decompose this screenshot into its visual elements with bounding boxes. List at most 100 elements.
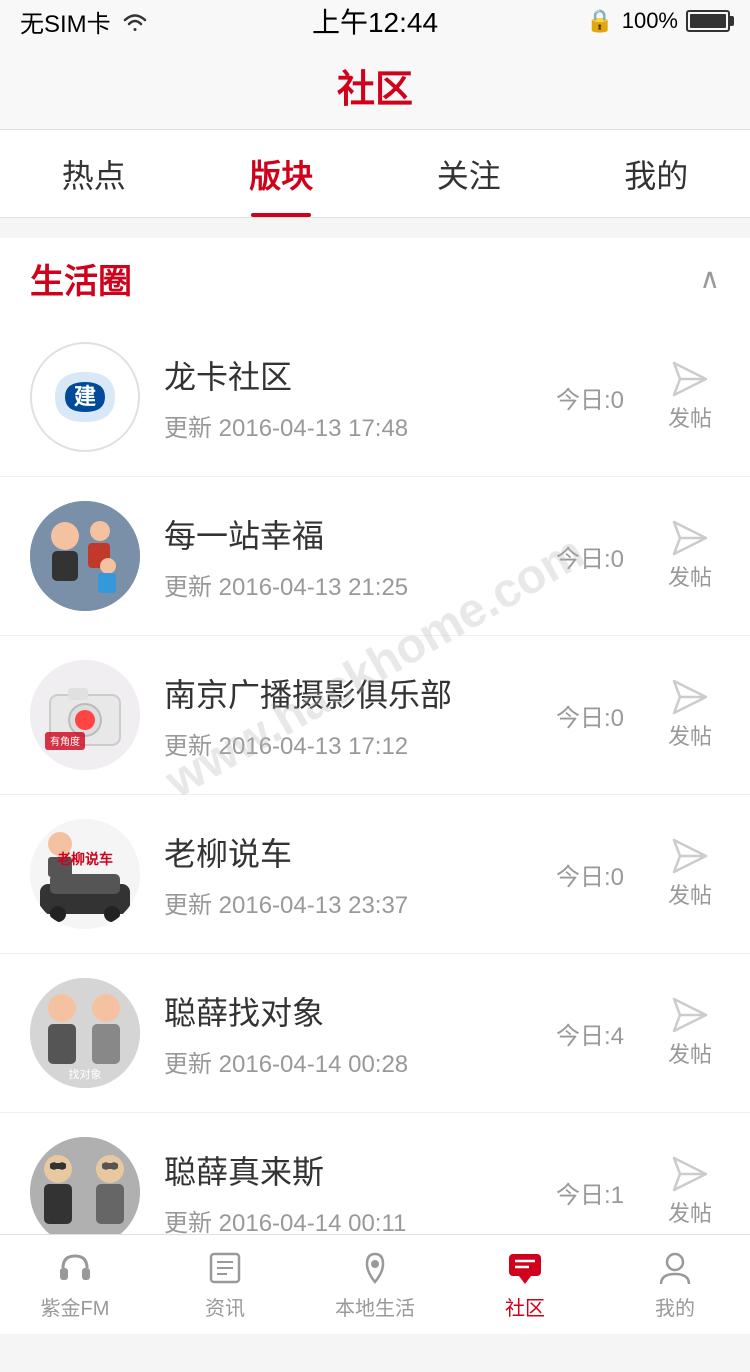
list-item[interactable]: 有角度 南京广播摄影俱乐部 更新 2016-04-13 17:12 今日:0 发… bbox=[0, 636, 750, 795]
item-action[interactable]: 发帖 bbox=[660, 838, 720, 910]
send-icon bbox=[672, 1156, 708, 1192]
send-icon bbox=[672, 361, 708, 397]
list-item[interactable]: 找对象 聪薛找对象 更新 2016-04-14 00:28 今日:4 发帖 bbox=[0, 954, 750, 1113]
nav-label-news: 资讯 bbox=[205, 1292, 245, 1321]
list-item[interactable]: 每一站幸福 更新 2016-04-13 21:25 今日:0 发帖 bbox=[0, 477, 750, 636]
avatar: 有角度 bbox=[30, 660, 140, 770]
item-subtitle: 更新 2016-04-14 00:28 bbox=[164, 1044, 520, 1079]
item-count: 今日:0 bbox=[556, 380, 624, 415]
nav-label-fm: 紫金FM bbox=[41, 1292, 110, 1321]
section-title: 生活圈 bbox=[30, 254, 132, 303]
section-header: 生活圈 ∧ bbox=[0, 238, 750, 318]
list-container: 建 龙卡社区 更新 2016-04-13 17:48 今日:0 发帖 bbox=[0, 318, 750, 1272]
content-area: 生活圈 ∧ 建 龙卡社区 更新 2016-04-13 17:48 今日:0 bbox=[0, 238, 750, 1372]
action-label: 发帖 bbox=[668, 878, 712, 910]
item-meta: 今日:0 bbox=[540, 698, 640, 733]
item-meta: 今日:4 bbox=[540, 1016, 640, 1051]
send-icon bbox=[672, 838, 708, 874]
item-meta: 今日:0 bbox=[540, 380, 640, 415]
send-icon bbox=[672, 520, 708, 556]
item-title: 南京广播摄影俱乐部 bbox=[164, 670, 520, 716]
item-content: 聪薛真来斯 更新 2016-04-14 00:11 bbox=[164, 1147, 520, 1238]
svg-text:有角度: 有角度 bbox=[50, 735, 80, 748]
item-title: 聪薛真来斯 bbox=[164, 1147, 520, 1193]
community-icon bbox=[505, 1248, 545, 1288]
action-label: 发帖 bbox=[668, 560, 712, 592]
title-bar: 社区 bbox=[0, 42, 750, 130]
location-icon bbox=[355, 1248, 395, 1288]
item-count: 今日:4 bbox=[556, 1016, 624, 1051]
nav-label-local: 本地生活 bbox=[335, 1292, 415, 1321]
battery-text: 100% bbox=[622, 8, 678, 34]
news-icon bbox=[205, 1248, 245, 1288]
item-subtitle: 更新 2016-04-13 21:25 bbox=[164, 567, 520, 602]
tab-section[interactable]: 版块 bbox=[188, 130, 376, 217]
action-label: 发帖 bbox=[668, 719, 712, 751]
item-content: 老柳说车 更新 2016-04-13 23:37 bbox=[164, 829, 520, 920]
page-title: 社区 bbox=[337, 58, 413, 113]
action-label: 发帖 bbox=[668, 401, 712, 433]
nav-label-mine: 我的 bbox=[655, 1292, 695, 1321]
status-bar: 无SIM卡 上午12:44 🔒 100% bbox=[0, 0, 750, 42]
status-time: 上午12:44 bbox=[312, 1, 438, 41]
tab-follow[interactable]: 关注 bbox=[375, 130, 563, 217]
avatar: 老柳说车 bbox=[30, 819, 140, 929]
svg-text:建: 建 bbox=[74, 384, 96, 409]
svg-text:找对象: 找对象 bbox=[69, 1067, 102, 1081]
battery-icon bbox=[686, 10, 730, 32]
list-item[interactable]: 老柳说车 老柳说车 更新 2016-04-13 23:37 今日:0 发帖 bbox=[0, 795, 750, 954]
item-count: 今日:0 bbox=[556, 698, 624, 733]
lock-icon: 🔒 bbox=[586, 8, 613, 34]
avatar: 建 bbox=[30, 342, 140, 452]
item-meta: 今日:1 bbox=[540, 1175, 640, 1210]
send-icon bbox=[672, 679, 708, 715]
item-title: 聪薛找对象 bbox=[164, 988, 520, 1034]
nav-item-news[interactable]: 资讯 bbox=[150, 1235, 300, 1334]
item-subtitle: 更新 2016-04-13 23:37 bbox=[164, 885, 520, 920]
tab-navigation: 热点 版块 关注 我的 bbox=[0, 130, 750, 218]
status-right: 🔒 100% bbox=[586, 8, 730, 34]
item-count: 今日:1 bbox=[556, 1175, 624, 1210]
person-icon bbox=[655, 1248, 695, 1288]
item-subtitle: 更新 2016-04-13 17:48 bbox=[164, 408, 520, 443]
item-content: 聪薛找对象 更新 2016-04-14 00:28 bbox=[164, 988, 520, 1079]
item-count: 今日:0 bbox=[556, 857, 624, 892]
item-meta: 今日:0 bbox=[540, 539, 640, 574]
nav-item-community[interactable]: 社区 bbox=[450, 1235, 600, 1334]
nav-item-fm[interactable]: 紫金FM bbox=[0, 1235, 150, 1334]
list-item[interactable]: 建 龙卡社区 更新 2016-04-13 17:48 今日:0 发帖 bbox=[0, 318, 750, 477]
avatar bbox=[30, 501, 140, 611]
nav-item-local[interactable]: 本地生活 bbox=[300, 1235, 450, 1334]
action-label: 发帖 bbox=[668, 1196, 712, 1228]
wifi-icon bbox=[121, 10, 149, 32]
avatar bbox=[30, 1137, 140, 1247]
status-left: 无SIM卡 bbox=[20, 4, 149, 39]
item-content: 每一站幸福 更新 2016-04-13 21:25 bbox=[164, 511, 520, 602]
item-meta: 今日:0 bbox=[540, 857, 640, 892]
bottom-navigation: 紫金FM 资讯 本地生活 社区 我的 bbox=[0, 1234, 750, 1334]
tab-mine[interactable]: 我的 bbox=[563, 130, 750, 217]
item-title: 每一站幸福 bbox=[164, 511, 520, 557]
item-subtitle: 更新 2016-04-13 17:12 bbox=[164, 726, 520, 761]
nav-label-community: 社区 bbox=[505, 1292, 545, 1321]
send-icon bbox=[672, 997, 708, 1033]
svg-text:老柳说车: 老柳说车 bbox=[57, 851, 113, 867]
item-action[interactable]: 发帖 bbox=[660, 520, 720, 592]
item-action[interactable]: 发帖 bbox=[660, 679, 720, 751]
item-action[interactable]: 发帖 bbox=[660, 997, 720, 1069]
avatar: 找对象 bbox=[30, 978, 140, 1088]
item-count: 今日:0 bbox=[556, 539, 624, 574]
action-label: 发帖 bbox=[668, 1037, 712, 1069]
item-content: 南京广播摄影俱乐部 更新 2016-04-13 17:12 bbox=[164, 670, 520, 761]
item-content: 龙卡社区 更新 2016-04-13 17:48 bbox=[164, 352, 520, 443]
item-title: 龙卡社区 bbox=[164, 352, 520, 398]
item-action[interactable]: 发帖 bbox=[660, 361, 720, 433]
tab-hotspot[interactable]: 热点 bbox=[0, 130, 188, 217]
nav-item-mine[interactable]: 我的 bbox=[600, 1235, 750, 1334]
item-subtitle: 更新 2016-04-14 00:11 bbox=[164, 1203, 520, 1238]
headphones-icon bbox=[55, 1248, 95, 1288]
item-action[interactable]: 发帖 bbox=[660, 1156, 720, 1228]
carrier-text: 无SIM卡 bbox=[20, 4, 111, 39]
chevron-up-icon[interactable]: ∧ bbox=[700, 262, 721, 295]
item-title: 老柳说车 bbox=[164, 829, 520, 875]
